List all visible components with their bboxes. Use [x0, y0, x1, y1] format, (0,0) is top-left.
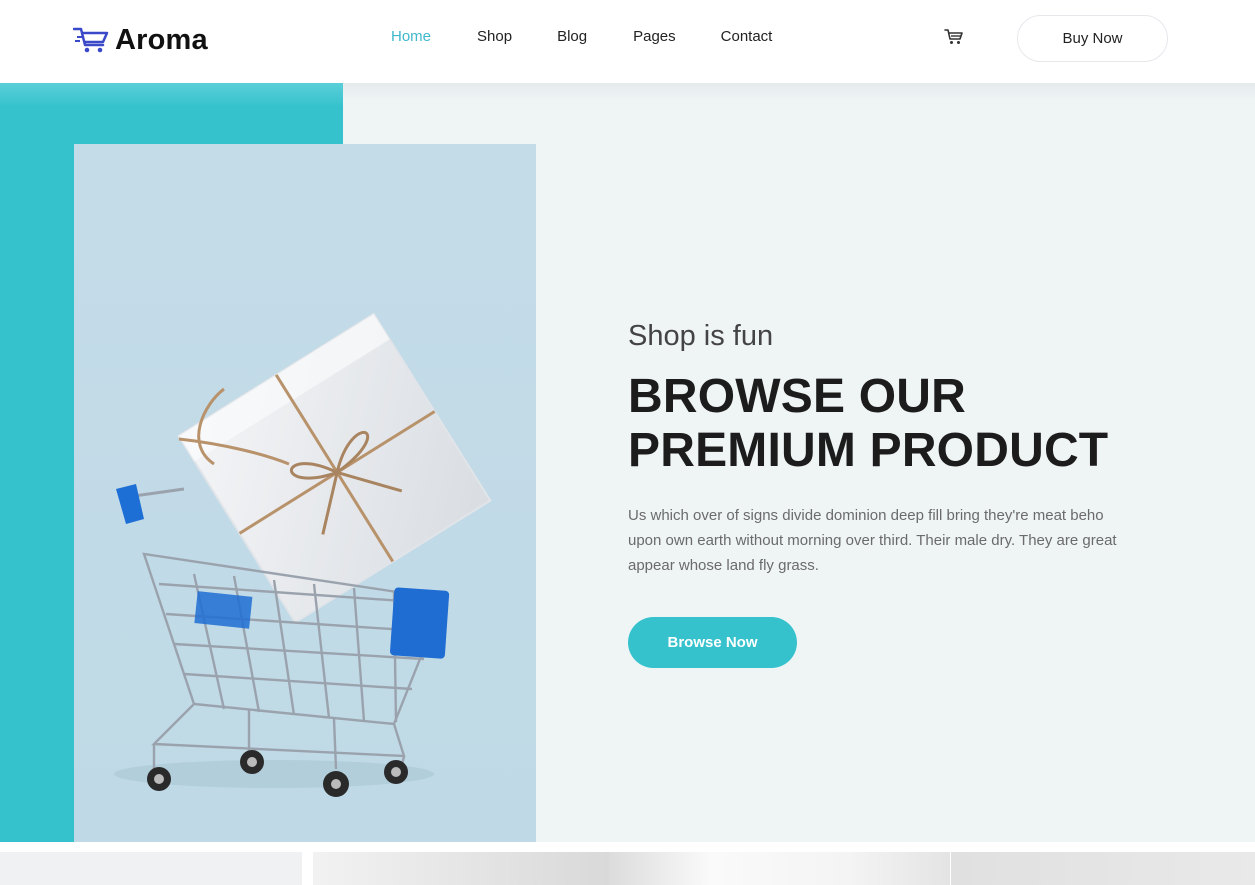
main-nav: Home Shop Blog Pages Contact: [391, 28, 772, 45]
category-strip: [0, 842, 1255, 885]
brand-logo[interactable]: Aroma: [73, 22, 208, 58]
category-tile[interactable]: [313, 852, 609, 885]
shopping-cart-with-gift-box-image: [74, 144, 536, 842]
buy-now-button[interactable]: Buy Now: [1017, 15, 1168, 62]
site-header: Aroma Home Shop Blog Pages Contact Buy N…: [0, 0, 1255, 83]
category-tile[interactable]: [951, 852, 1255, 885]
cart-logo-icon: [73, 27, 109, 53]
hero-description: Us which over of signs divide dominion d…: [628, 507, 1117, 574]
hero-section: Shop is fun BROWSE OUR PREMIUM PRODUCT U…: [0, 83, 1255, 842]
nav-item-home[interactable]: Home: [391, 28, 431, 45]
hero-subtitle: Shop is fun: [628, 320, 774, 352]
category-tile[interactable]: [0, 852, 302, 885]
hero-title: BROWSE OUR PREMIUM PRODUCT: [628, 370, 1108, 478]
nav-item-shop[interactable]: Shop: [477, 28, 512, 45]
nav-item-pages[interactable]: Pages: [633, 28, 676, 45]
nav-item-blog[interactable]: Blog: [557, 28, 587, 45]
brand-name: Aroma: [115, 23, 208, 56]
hero-title-line-2: PREMIUM PRODUCT: [628, 424, 1109, 477]
browse-now-button[interactable]: Browse Now: [628, 617, 797, 668]
nav-item-contact[interactable]: Contact: [721, 28, 773, 45]
hero-title-line-1: BROWSE OUR: [628, 370, 966, 423]
shopping-cart-icon[interactable]: [944, 28, 964, 46]
category-tile[interactable]: [609, 852, 950, 885]
